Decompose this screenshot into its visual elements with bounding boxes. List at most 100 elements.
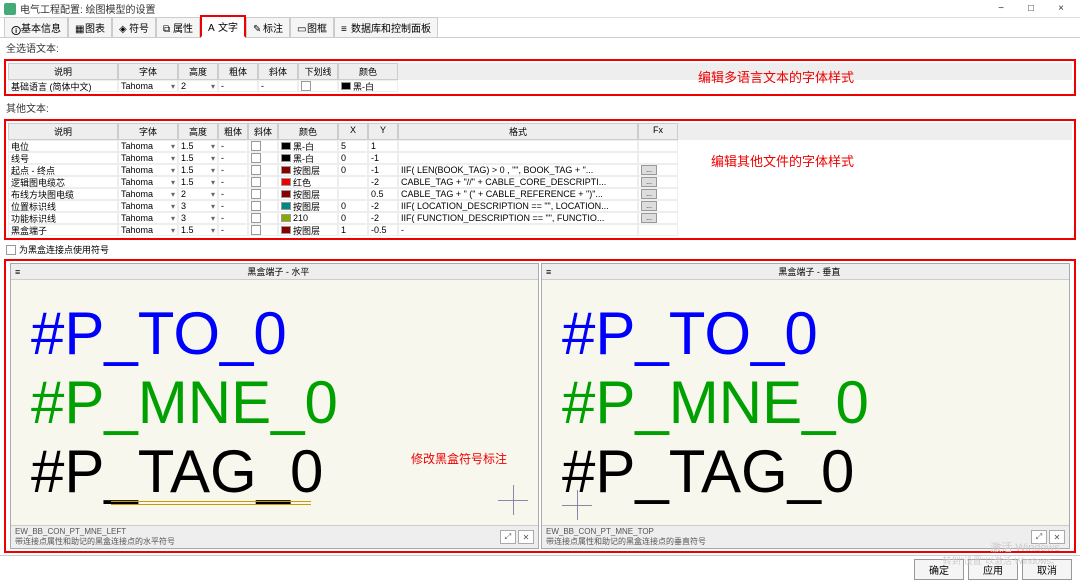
color-cell[interactable]: 210 — [278, 212, 338, 224]
table-row[interactable]: 基础语言 (简体中文) Tahoma▾ 2▾ - - 黑-白 — [8, 80, 1072, 92]
y-cell[interactable]: -1 — [368, 164, 398, 176]
font-select[interactable]: Tahoma▾ — [118, 140, 178, 152]
zoom-extent-button[interactable]: ⤢ — [1031, 530, 1047, 544]
font-select[interactable]: Tahoma▾ — [118, 200, 178, 212]
font-select[interactable]: Tahoma▾ — [118, 176, 178, 188]
font-select[interactable]: Tahoma▾ — [118, 188, 178, 200]
tab-db[interactable]: ≡数据库和控制面板 — [334, 17, 438, 37]
pane-menu-icon[interactable]: ≡ — [15, 267, 20, 277]
y-cell[interactable]: -2 — [368, 200, 398, 212]
table-row[interactable]: 功能标识线Tahoma▾3▾-2100-2IIF( FUNCTION_DESCR… — [8, 212, 1072, 224]
bold-cell[interactable]: - — [218, 176, 248, 188]
color-cell[interactable]: 按图层 — [278, 224, 338, 236]
italic-cell[interactable] — [248, 140, 278, 152]
tab-symbol[interactable]: ◈符号 — [112, 17, 156, 37]
font-select[interactable]: Tahoma▾ — [118, 152, 178, 164]
tab-chart[interactable]: ▦图表 — [68, 17, 112, 37]
format-cell[interactable]: CABLE_TAG + " (" + CABLE_REFERENCE + ")"… — [398, 188, 638, 200]
delete-button[interactable]: ✕ — [1049, 530, 1065, 544]
table-row[interactable]: 线号Tahoma▾1.5▾-黑-白0-1 — [8, 152, 1072, 164]
bold-cell[interactable]: - — [218, 164, 248, 176]
bold-cell[interactable]: - — [218, 200, 248, 212]
fx-button[interactable]: ... — [638, 212, 678, 224]
bold-cell[interactable]: - — [218, 188, 248, 200]
table-row[interactable]: 黑盒端子Tahoma▾1.5▾-按图层1-0.5- — [8, 224, 1072, 236]
x-cell[interactable]: 0 — [338, 200, 368, 212]
font-select[interactable]: Tahoma▾ — [118, 212, 178, 224]
height-select[interactable]: 3▾ — [178, 200, 218, 212]
color-cell[interactable]: 按图层 — [278, 188, 338, 200]
italic-cell[interactable] — [248, 152, 278, 164]
italic-cell[interactable] — [248, 200, 278, 212]
close-button[interactable]: × — [1046, 1, 1076, 17]
blackbox-symbol-checkbox[interactable]: 为黑盒连接点使用符号 — [0, 242, 1080, 257]
bold-cell[interactable]: - — [218, 80, 258, 92]
format-cell[interactable]: IIF( LOCATION_DESCRIPTION == "", LOCATIO… — [398, 200, 638, 212]
height-select[interactable]: 1.5▾ — [178, 152, 218, 164]
bold-cell[interactable]: - — [218, 224, 248, 236]
table-row[interactable]: 布线方块图电缆Tahoma▾2▾-按图层0.5CABLE_TAG + " (" … — [8, 188, 1072, 200]
height-select[interactable]: 2▾ — [178, 188, 218, 200]
format-cell[interactable]: IIF( FUNCTION_DESCRIPTION == "", FUNCTIO… — [398, 212, 638, 224]
color-cell[interactable]: 按图层 — [278, 164, 338, 176]
delete-button[interactable]: ✕ — [518, 530, 534, 544]
tab-attr[interactable]: ⧉属性 — [156, 17, 200, 37]
maximize-button[interactable]: □ — [1016, 1, 1046, 17]
x-cell[interactable]: 1 — [338, 224, 368, 236]
pane-menu-icon[interactable]: ≡ — [546, 267, 551, 277]
preview-canvas[interactable]: #P_TO_0 #P_MNE_0 #P_TAG_0 — [542, 280, 1069, 525]
italic-cell[interactable] — [248, 224, 278, 236]
format-cell[interactable] — [398, 140, 638, 152]
table-row[interactable]: 逻辑图电缆芯Tahoma▾1.5▾-红色-2CABLE_TAG + "//" +… — [8, 176, 1072, 188]
italic-cell[interactable] — [248, 188, 278, 200]
italic-cell[interactable] — [248, 212, 278, 224]
tab-text[interactable]: A文字 — [200, 15, 246, 38]
fx-button[interactable]: ... — [638, 200, 678, 212]
fx-button[interactable]: ... — [638, 176, 678, 188]
y-cell[interactable]: -1 — [368, 152, 398, 164]
table-row[interactable]: 位置标识线Tahoma▾3▾-按图层0-2IIF( LOCATION_DESCR… — [8, 200, 1072, 212]
x-cell[interactable]: 0 — [338, 164, 368, 176]
height-select[interactable]: 1.5▾ — [178, 140, 218, 152]
color-cell[interactable]: 红色 — [278, 176, 338, 188]
height-select[interactable]: 1.5▾ — [178, 164, 218, 176]
height-select[interactable]: 1.5▾ — [178, 176, 218, 188]
x-cell[interactable] — [338, 188, 368, 200]
x-cell[interactable] — [338, 176, 368, 188]
color-cell[interactable]: 黑-白 — [278, 152, 338, 164]
format-cell[interactable] — [398, 152, 638, 164]
y-cell[interactable]: -2 — [368, 176, 398, 188]
tab-basic[interactable]: 🛈基本信息 — [4, 17, 68, 37]
x-cell[interactable]: 0 — [338, 152, 368, 164]
height-select[interactable]: 1.5▾ — [178, 224, 218, 236]
zoom-extent-button[interactable]: ⤢ — [500, 530, 516, 544]
ok-button[interactable]: 确定 — [914, 559, 964, 580]
fx-button[interactable] — [638, 152, 678, 164]
x-cell[interactable]: 5 — [338, 140, 368, 152]
bold-cell[interactable]: - — [218, 140, 248, 152]
cancel-button[interactable]: 取消 — [1022, 559, 1072, 580]
italic-cell[interactable] — [248, 164, 278, 176]
fx-button[interactable]: ... — [638, 164, 678, 176]
font-select[interactable]: Tahoma▾ — [118, 164, 178, 176]
y-cell[interactable]: 0.5 — [368, 188, 398, 200]
bold-cell[interactable]: - — [218, 212, 248, 224]
tab-frame[interactable]: ▭图框 — [290, 17, 334, 37]
x-cell[interactable]: 0 — [338, 212, 368, 224]
color-cell[interactable]: 按图层 — [278, 200, 338, 212]
y-cell[interactable]: -0.5 — [368, 224, 398, 236]
preview-canvas[interactable]: #P_TO_0 #P_MNE_0 #P_TAG_0 修改黑盒符号标注 — [11, 280, 538, 525]
italic-cell[interactable]: - — [258, 80, 298, 92]
minimize-button[interactable]: − — [986, 1, 1016, 17]
bold-cell[interactable]: - — [218, 152, 248, 164]
format-cell[interactable]: IIF( LEN(BOOK_TAG) > 0 , "", BOOK_TAG + … — [398, 164, 638, 176]
apply-button[interactable]: 应用 — [968, 559, 1018, 580]
table-row[interactable]: 起点 - 终点Tahoma▾1.5▾-按图层0-1IIF( LEN(BOOK_T… — [8, 164, 1072, 176]
height-select[interactable]: 2▾ — [178, 80, 218, 92]
color-cell[interactable]: 黑-白 — [278, 140, 338, 152]
italic-cell[interactable] — [248, 176, 278, 188]
height-select[interactable]: 3▾ — [178, 212, 218, 224]
tab-mark[interactable]: ✎标注 — [246, 17, 290, 37]
y-cell[interactable]: -2 — [368, 212, 398, 224]
font-select[interactable]: Tahoma▾ — [118, 80, 178, 92]
